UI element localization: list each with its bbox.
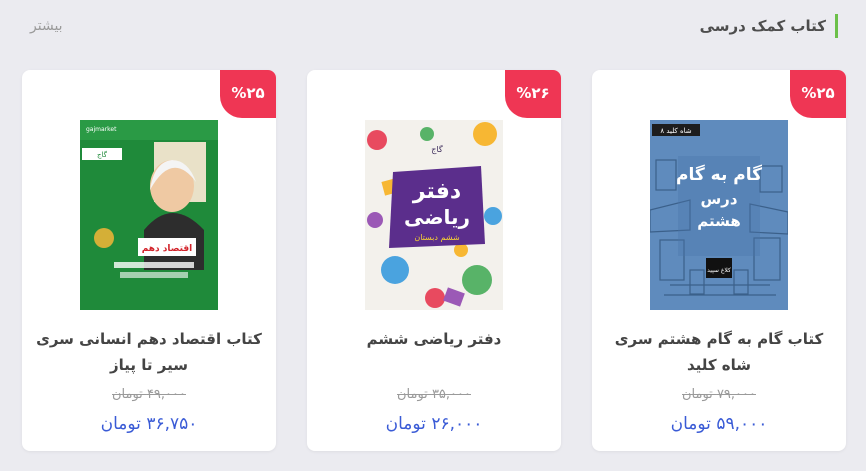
product-card[interactable]: %۲۵ gajmarket گاج اقتصاد دهم کتاب اقتصاد… — [22, 70, 276, 451]
product-card[interactable]: %۲۶ گاج دفتر ریاضی ششم دبستان دفتر ریاضی… — [307, 70, 561, 451]
cover-line2-text: درس — [700, 190, 737, 208]
product-title[interactable]: کتاب گام به گام هشتم سری شاه کلید — [604, 326, 834, 378]
book-cover-image[interactable]: گاج دفتر ریاضی ششم دبستان — [365, 120, 503, 310]
cover-label-text: اقتصاد دهم — [142, 244, 193, 254]
cover-brand-text: gajmarket — [86, 126, 117, 133]
new-price: ۳۶,۷۵۰ تومان — [100, 414, 198, 434]
discount-badge: %۲۵ — [220, 70, 276, 118]
new-price: ۵۹,۰۰۰ تومان — [670, 414, 768, 434]
product-card[interactable]: %۲۵ شاه کلید ۸ گام به گام درس هشتم کلاغ … — [592, 70, 846, 451]
cover-series-text: شاه کلید ۸ — [660, 127, 691, 135]
cover-line1-text: دفتر — [412, 179, 461, 204]
book-cover-image[interactable]: gajmarket گاج اقتصاد دهم — [80, 120, 218, 310]
cover-publisher-text: کلاغ سپید — [707, 267, 731, 274]
new-price: ۲۶,۰۰۰ تومان — [385, 414, 483, 434]
cover-publisher-text: گاج — [97, 150, 108, 159]
discount-badge: %۲۶ — [505, 70, 561, 118]
product-title[interactable]: دفتر ریاضی ششم — [319, 326, 549, 352]
cover-line3-text: ششم دبستان — [414, 233, 460, 242]
section-title: کتاب کمک درسی — [700, 14, 838, 38]
old-price: ۳۵,۰۰۰ تومان — [397, 387, 471, 402]
cover-line2-text: ریاضی — [404, 205, 470, 229]
product-title[interactable]: کتاب اقتصاد دهم انسانی سری سیر تا پیاز — [34, 326, 264, 378]
cover-line3-text: هشتم — [697, 212, 741, 230]
discount-badge: %۲۵ — [790, 70, 846, 118]
cover-line1-text: گام به گام — [676, 164, 762, 185]
section-header: کتاب کمک درسی بیشتر — [0, 14, 866, 38]
more-link[interactable]: بیشتر — [30, 14, 63, 38]
old-price: ۷۹,۰۰۰ تومان — [682, 387, 756, 402]
old-price: ۴۹,۰۰۰ تومان — [112, 387, 186, 402]
cover-publisher-text: گاج — [431, 144, 443, 154]
book-cover-image[interactable]: شاه کلید ۸ گام به گام درس هشتم کلاغ سپید — [650, 120, 788, 310]
